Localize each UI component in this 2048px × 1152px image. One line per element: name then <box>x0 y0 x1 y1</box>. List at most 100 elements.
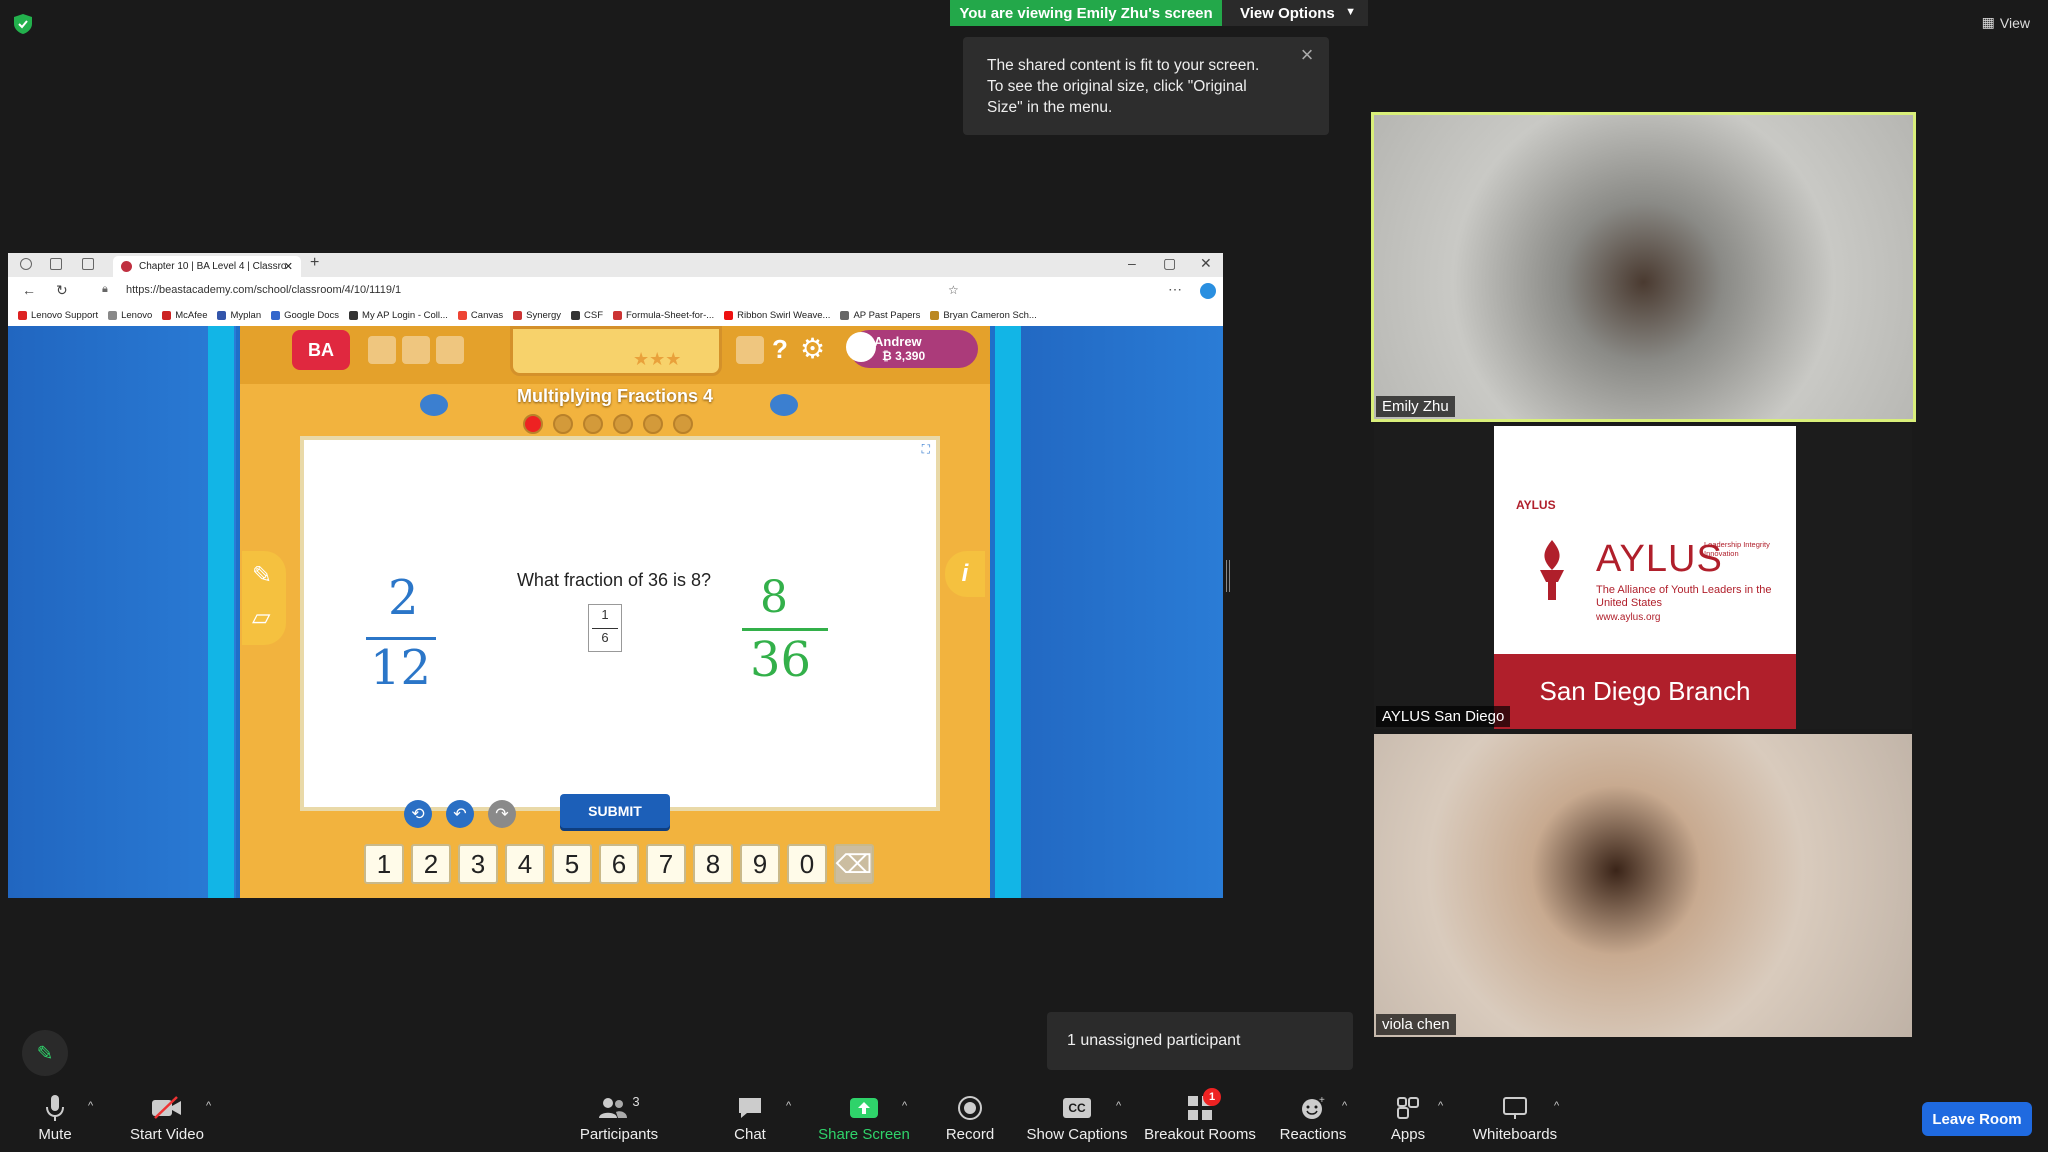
profile-icon[interactable] <box>20 258 32 270</box>
bookmark-item[interactable]: Lenovo <box>108 310 152 321</box>
participants-button[interactable]: 3 Participants <box>576 1082 662 1152</box>
home-icon[interactable] <box>368 336 396 364</box>
more-menu-icon[interactable]: ⋯ <box>1168 281 1182 298</box>
apps-icon <box>1396 1094 1420 1122</box>
share-options-caret-icon[interactable]: ^ <box>902 1100 907 1112</box>
new-tab-icon[interactable]: + <box>310 254 319 272</box>
split-view-handle[interactable] <box>1226 560 1230 592</box>
keypad-key[interactable]: 2 <box>411 844 451 884</box>
browser-tab-active[interactable]: Chapter 10 | BA Level 4 | Classro ✕ <box>113 256 301 277</box>
start-video-button[interactable]: Start Video <box>122 1082 212 1152</box>
tooltip-text: The shared content is fit to your screen… <box>987 57 1260 116</box>
audio-options-caret-icon[interactable]: ^ <box>88 1100 93 1112</box>
help-icon[interactable]: ? <box>772 334 788 365</box>
bookmark-favicon-icon <box>18 311 27 320</box>
badge-icon[interactable] <box>736 336 764 364</box>
record-button[interactable]: Record <box>944 1082 996 1152</box>
keypad-key[interactable]: 1 <box>364 844 404 884</box>
bookmark-item[interactable]: Ribbon Swirl Weave... <box>724 310 830 321</box>
keypad-key[interactable]: 4 <box>505 844 545 884</box>
keypad-key[interactable]: 7 <box>646 844 686 884</box>
beast-academy-game: BA ★★★ ? ⚙ Andrew ₿ 3,390 Multiplying Fr… <box>8 326 1223 898</box>
annotate-button[interactable]: ✎ <box>22 1030 68 1076</box>
video-tile-emily[interactable]: Emily Zhu <box>1371 112 1916 422</box>
submit-button[interactable]: SUBMIT <box>560 794 670 828</box>
puzzle-icon[interactable] <box>436 336 464 364</box>
keypad-key[interactable]: 8 <box>693 844 733 884</box>
bookmark-item[interactable]: Synergy <box>513 310 561 321</box>
guide-book-icon[interactable] <box>770 394 798 416</box>
avatar[interactable] <box>846 332 876 362</box>
redo-icon[interactable]: ↷ <box>488 800 516 828</box>
chat-button[interactable]: Chat <box>730 1082 770 1152</box>
ba-logo-button[interactable]: BA <box>292 330 350 370</box>
video-tile-aylus[interactable]: AYLUS AYLUS Leadership Integrity Innovat… <box>1374 424 1912 729</box>
video-options-caret-icon[interactable]: ^ <box>206 1100 211 1112</box>
info-button[interactable]: i <box>945 551 985 597</box>
show-captions-button[interactable]: CC Show Captions <box>1026 1082 1128 1152</box>
minimize-icon[interactable]: – <box>1128 255 1136 271</box>
keypad-key[interactable]: 0 <box>787 844 827 884</box>
captions-options-caret-icon[interactable]: ^ <box>1116 1100 1121 1112</box>
close-icon[interactable]: × <box>1297 44 1317 66</box>
star-icon[interactable]: ☆ <box>948 283 959 297</box>
settings-gear-icon[interactable]: ⚙ <box>800 332 825 365</box>
keypad-key[interactable]: 3 <box>458 844 498 884</box>
reactions-button[interactable]: + Reactions <box>1278 1082 1348 1152</box>
bookmark-favicon-icon <box>271 311 281 320</box>
workspaces-icon[interactable] <box>50 258 62 270</box>
breakout-rooms-button[interactable]: 1 Breakout Rooms <box>1144 1082 1256 1152</box>
close-window-icon[interactable]: ✕ <box>1200 255 1212 272</box>
url-input[interactable]: https://beastacademy.com/school/classroo… <box>126 284 401 296</box>
aylus-small-label: AYLUS <box>1516 498 1556 512</box>
copilot-icon[interactable] <box>1200 283 1216 299</box>
apps-options-caret-icon[interactable]: ^ <box>1438 1100 1443 1112</box>
keypad-key[interactable]: 9 <box>740 844 780 884</box>
bookmark-item[interactable]: Myplan <box>217 310 261 321</box>
bookmark-item[interactable]: McAfee <box>162 310 207 321</box>
view-options-button[interactable]: View Options ▼ <box>1222 0 1368 26</box>
refresh-icon[interactable]: ↻ <box>56 282 68 299</box>
undo-icon[interactable]: ↶ <box>446 800 474 828</box>
mute-button[interactable]: Mute <box>28 1082 82 1152</box>
bookmark-item[interactable]: Google Docs <box>271 310 339 321</box>
book-icon[interactable] <box>402 336 430 364</box>
video-tile-viola[interactable]: viola chen <box>1374 734 1912 1037</box>
tab-actions-icon[interactable] <box>82 258 94 270</box>
lock-icon[interactable]: 🔒︎ <box>102 283 108 296</box>
leave-room-button[interactable]: Leave Room <box>1922 1102 2032 1136</box>
share-screen-button[interactable]: Share Screen <box>816 1082 912 1152</box>
bookmark-item[interactable]: Canvas <box>457 310 503 321</box>
maximize-icon[interactable]: ▢ <box>1163 255 1176 272</box>
chat-options-caret-icon[interactable]: ^ <box>786 1100 791 1112</box>
bookmark-item[interactable]: AP Past Papers <box>840 310 920 321</box>
chapter-badge-icon[interactable] <box>420 394 448 416</box>
reset-icon[interactable]: ⟲ <box>404 800 432 828</box>
unassigned-participant-popup[interactable]: 1 unassigned participant <box>1047 1012 1353 1070</box>
keypad-key[interactable]: 6 <box>599 844 639 884</box>
bookmark-item[interactable]: Bryan Cameron Sch... <box>930 310 1037 321</box>
bookmark-favicon-icon <box>930 311 940 320</box>
close-tab-icon[interactable]: ✕ <box>284 260 293 273</box>
answer-fraction-input[interactable]: 1 6 <box>588 604 622 652</box>
bookmark-item[interactable]: Formula-Sheet-for-... <box>613 310 714 321</box>
fullscreen-icon[interactable]: ⛶ <box>922 442 930 457</box>
bookmark-favicon-icon <box>349 311 359 320</box>
bookmark-favicon-icon <box>840 311 850 320</box>
keypad-key[interactable]: 5 <box>552 844 592 884</box>
whiteboards-button[interactable]: Whiteboards <box>1470 1082 1560 1152</box>
reactions-options-caret-icon[interactable]: ^ <box>1342 1100 1347 1112</box>
whiteboards-options-caret-icon[interactable]: ^ <box>1554 1100 1559 1112</box>
pencil-icon[interactable]: ✎ <box>252 561 272 590</box>
apps-button[interactable]: Apps <box>1388 1082 1428 1152</box>
security-shield-icon[interactable] <box>14 14 32 34</box>
game-background-right <box>995 326 1223 898</box>
eraser-icon[interactable]: ▱ <box>252 603 270 632</box>
backspace-icon[interactable]: ⌫ <box>834 844 874 884</box>
bookmark-item[interactable]: CSF <box>571 310 603 321</box>
game-strip-left <box>208 326 234 898</box>
view-layout-button[interactable]: ▦ View <box>1982 14 2030 31</box>
bookmark-item[interactable]: Lenovo Support <box>18 310 98 321</box>
back-arrow-icon[interactable]: ← <box>22 282 36 298</box>
bookmark-item[interactable]: My AP Login - Coll... <box>349 310 448 321</box>
